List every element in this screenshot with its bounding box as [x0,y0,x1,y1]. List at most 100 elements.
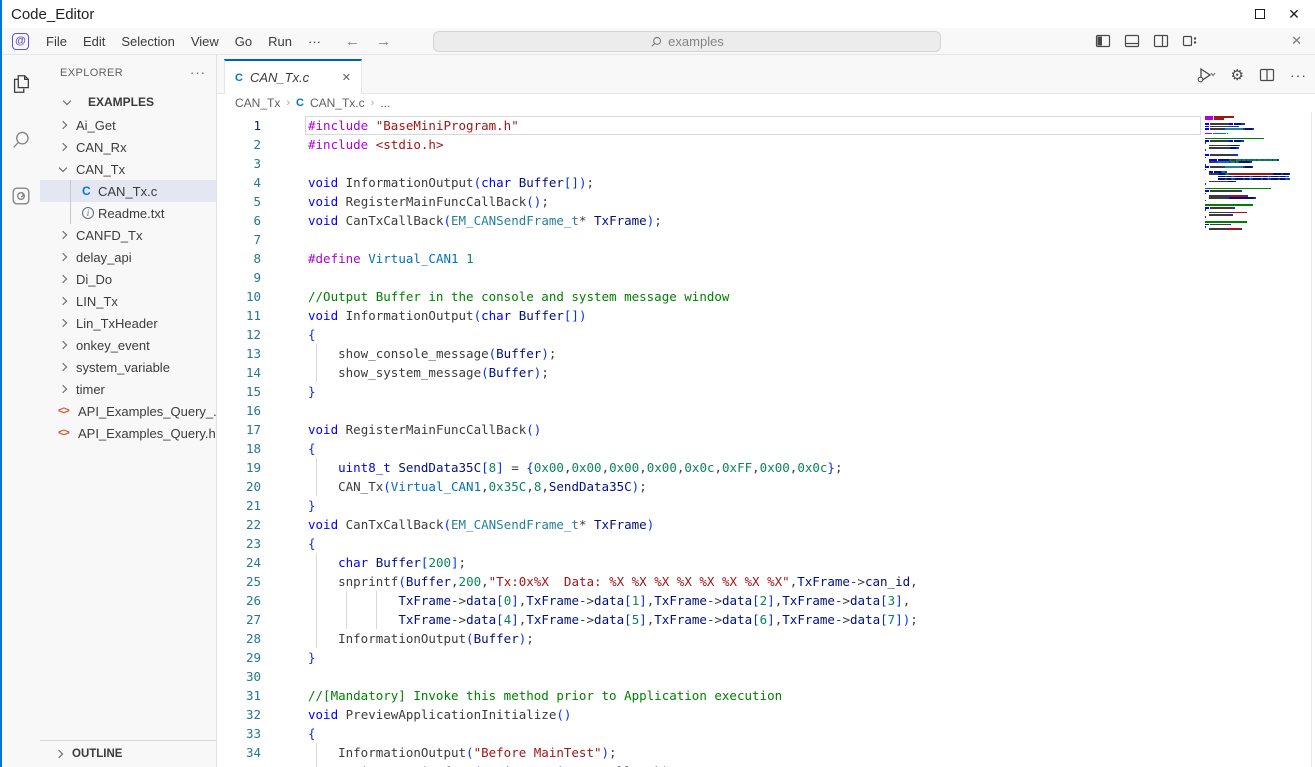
line-number[interactable]: 22 [217,515,261,534]
tab-can-tx-c[interactable]: C CAN_Tx.c ✕ [224,59,362,94]
code-line-29[interactable]: 29} [217,648,1203,667]
code-line-1[interactable]: 1#include "BaseMiniProgram.h" [217,116,1203,135]
menu-close-icon[interactable]: ✕ [1291,33,1302,49]
breadcrumb-folder[interactable]: CAN_Tx [235,96,280,110]
toggle-sidebar-icon[interactable] [1095,33,1111,49]
tree-item-ai-get[interactable]: Ai_Get [40,114,216,136]
code-line-7[interactable]: 7 [217,230,1203,249]
search-sidebar-icon[interactable] [8,127,34,153]
code-line-34[interactable]: 34 InformationOutput("Before MainTest"); [217,743,1203,762]
line-number[interactable]: 2 [217,135,261,154]
tree-item-delay-api[interactable]: delay_api [40,246,216,268]
code-line-21[interactable]: 21} [217,496,1203,515]
line-number[interactable]: 29 [217,648,261,667]
breadcrumb-symbol[interactable]: ... [380,96,390,110]
run-icon[interactable] [1196,67,1216,83]
code-line-4[interactable]: 4void InformationOutput(char Buffer[]); [217,173,1203,192]
line-number[interactable]: 8 [217,249,261,268]
code-line-25[interactable]: 25 snprintf(Buffer,200,"Tx:0x%X Data: %X… [217,572,1203,591]
line-number[interactable]: 32 [217,705,261,724]
line-number[interactable]: 14 [217,363,261,382]
line-number[interactable]: 21 [217,496,261,515]
line-number[interactable]: 19 [217,458,261,477]
back-arrow-icon[interactable]: ← [345,33,360,50]
code-line-14[interactable]: 14 show_system_message(Buffer); [217,363,1203,382]
menu-view[interactable]: View [183,31,227,52]
tree-item-canfd-tx[interactable]: CANFD_Tx [40,224,216,246]
code-line-18[interactable]: 18{ [217,439,1203,458]
line-number[interactable]: 34 [217,743,261,762]
code-line-9[interactable]: 9 [217,268,1203,287]
line-number[interactable]: 35 [217,762,261,767]
line-number[interactable]: 27 [217,610,261,629]
code-line-31[interactable]: 31//[Mandatory] Invoke this method prior… [217,686,1203,705]
code-line-3[interactable]: 3 [217,154,1203,173]
code-line-2[interactable]: 2#include <stdio.h> [217,135,1203,154]
code-line-8[interactable]: 8#define Virtual_CAN1 1 [217,249,1203,268]
code-line-28[interactable]: 28 InformationOutput(Buffer); [217,629,1203,648]
menu-go[interactable]: Go [227,31,260,52]
menu-more[interactable]: ··· [300,31,329,52]
code-line-26[interactable]: 26 TxFrame->data[0],TxFrame->data[1],TxF… [217,591,1203,610]
line-number[interactable]: 15 [217,382,261,401]
line-number[interactable]: 24 [217,553,261,572]
line-number[interactable]: 17 [217,420,261,439]
code-line-22[interactable]: 22void CanTxCallBack(EM_CANSendFrame_t* … [217,515,1203,534]
tree-item-di-do[interactable]: Di_Do [40,268,216,290]
tree-item-can-tx-c[interactable]: CCAN_Tx.c [40,180,216,202]
tree-item-lin-tx[interactable]: LIN_Tx [40,290,216,312]
maximize-button[interactable] [1251,5,1269,23]
tree-item-system-variable[interactable]: system_variable [40,356,216,378]
menu-file[interactable]: File [38,31,75,52]
code-line-20[interactable]: 20 CAN_Tx(Virtual_CAN1,0x35C,8,SendData3… [217,477,1203,496]
line-number[interactable]: 11 [217,306,261,325]
code-line-12[interactable]: 12{ [217,325,1203,344]
tree-item-timer[interactable]: timer [40,378,216,400]
menu-selection[interactable]: Selection [113,31,182,52]
line-number[interactable]: 26 [217,591,261,610]
line-number[interactable]: 16 [217,401,261,420]
toggle-secondary-sidebar-icon[interactable] [1153,33,1169,49]
search-input[interactable]: examples [433,31,941,52]
section-examples[interactable]: EXAMPLES [40,90,216,114]
close-window-button[interactable]: ✕ [1285,5,1303,23]
line-number[interactable]: 7 [217,230,261,249]
code-line-10[interactable]: 10//Output Buffer in the console and sys… [217,287,1203,306]
menu-run[interactable]: Run [260,31,300,52]
code-line-15[interactable]: 15} [217,382,1203,401]
code-line-13[interactable]: 13 show_console_message(Buffer); [217,344,1203,363]
line-number[interactable]: 23 [217,534,261,553]
line-number[interactable]: 33 [217,724,261,743]
toggle-panel-icon[interactable] [1124,33,1140,49]
line-number[interactable]: 12 [217,325,261,344]
code-line-23[interactable]: 23{ [217,534,1203,553]
code-line-32[interactable]: 32void PreviewApplicationInitialize() [217,705,1203,724]
code-line-35[interactable]: 35 register_main_func(RegisterMainFuncCa… [217,762,1203,767]
line-number[interactable]: 10 [217,287,261,306]
tree-item-can-tx[interactable]: CAN_Tx [40,158,216,180]
line-number[interactable]: 13 [217,344,261,363]
line-number[interactable]: 31 [217,686,261,705]
tree-item-readme-txt[interactable]: iReadme.txt [40,202,216,224]
tree-item-onkey-event[interactable]: onkey_event [40,334,216,356]
tree-item-api-examples-query[interactable]: <>API_Examples_Query_... [40,400,216,422]
editor-more-actions-icon[interactable]: ··· [1290,67,1307,83]
code-line-6[interactable]: 6void CanTxCallBack(EM_CANSendFrame_t* T… [217,211,1203,230]
section-outline[interactable]: OUTLINE [40,740,216,767]
code-line-11[interactable]: 11void InformationOutput(char Buffer[]) [217,306,1203,325]
line-number[interactable]: 5 [217,192,261,211]
line-number[interactable]: 30 [217,667,261,686]
code-line-19[interactable]: 19 uint8_t SendData35C[8] = {0x00,0x00,0… [217,458,1203,477]
line-number[interactable]: 3 [217,154,261,173]
line-number[interactable]: 20 [217,477,261,496]
tree-item-api-examples-query-h[interactable]: <>API_Examples_Query.h... [40,422,216,444]
tree-item-can-rx[interactable]: CAN_Rx [40,136,216,158]
code-line-27[interactable]: 27 TxFrame->data[4],TxFrame->data[5],TxF… [217,610,1203,629]
line-number[interactable]: 25 [217,572,261,591]
line-number[interactable]: 28 [217,629,261,648]
app-tool-icon[interactable] [8,183,34,209]
line-number[interactable]: 18 [217,439,261,458]
customize-layout-icon[interactable] [1182,33,1198,49]
code-line-30[interactable]: 30 [217,667,1203,686]
code-line-24[interactable]: 24 char Buffer[200]; [217,553,1203,572]
